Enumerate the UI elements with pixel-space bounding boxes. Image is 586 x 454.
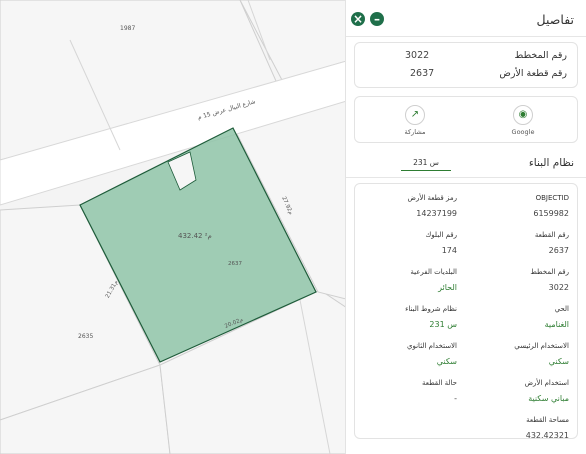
attribute-value: 2637 <box>548 246 569 255</box>
attribute-label: رقم المخطط <box>530 268 569 276</box>
google-maps-icon: ◉ <box>513 105 533 125</box>
attribute-value: - <box>454 394 457 403</box>
attribute-label: حالة القطعة <box>421 379 457 387</box>
divider <box>346 36 586 37</box>
panel-title: تفاصيل <box>536 12 574 27</box>
share-label: مشاركة <box>404 128 426 136</box>
parcel-label: رقم قطعة الأرض <box>499 68 567 79</box>
parcel-row: رقم قطعة الأرض 2637 <box>365 68 567 79</box>
attribute-label: البلديات الفرعية <box>410 268 457 276</box>
google-label: Google <box>511 128 535 136</box>
attribute-label: الاستخدام الثانوي <box>407 342 457 350</box>
attribute-label: الحي <box>554 305 569 313</box>
building-system-row: نظام البناء س 231 <box>356 151 576 173</box>
parcel-id-label: 2637 <box>228 261 242 267</box>
panel-header: تفاصيل × – <box>346 8 586 32</box>
parcel-value: 2637 <box>410 68 435 79</box>
attribute-value: الغنامية <box>544 320 569 329</box>
attribute-value: 432.42321 <box>525 431 569 440</box>
close-icon[interactable]: × <box>351 12 365 26</box>
attribute-value: 6159982 <box>533 209 569 218</box>
details-panel: تفاصيل × – رقم المخطط 3022 رقم قطعة الأر… <box>345 0 586 454</box>
neighbour-label-2635: 2635 <box>78 333 93 340</box>
actions-card: ◉ Google ↗ مشاركة <box>354 96 578 143</box>
attribute-label: مساحة القطعة <box>526 416 569 424</box>
neighbour-label-1987: 1987 <box>120 25 135 32</box>
attribute-label: الاستخدام الرئيسي <box>514 342 569 350</box>
attribute-value: س 231 <box>429 320 457 329</box>
attribute-label: نظام شروط البناء <box>405 305 457 313</box>
map-canvas[interactable]: 1987 2635 شارع البيال عرض 15 م 432.42 م²… <box>0 0 350 454</box>
summary-card: رقم المخطط 3022 رقم قطعة الأرض 2637 <box>354 42 578 88</box>
share-button[interactable]: ↗ مشاركة <box>397 105 433 136</box>
attribute-value: سكني <box>436 357 457 366</box>
attribute-value: سكني <box>548 357 569 366</box>
attribute-value: 14237199 <box>416 209 457 218</box>
building-system-select[interactable]: س 231 <box>401 156 451 171</box>
attribute-value: مباني سكنية <box>528 394 569 403</box>
building-system-label: نظام البناء <box>528 157 574 169</box>
google-button[interactable]: ◉ Google <box>505 105 541 136</box>
attribute-label: رقم القطعة <box>534 231 569 239</box>
attribute-value: الحائر <box>438 283 457 292</box>
attribute-label: استخدام الأرض <box>524 379 569 387</box>
share-icon: ↗ <box>405 105 425 125</box>
plan-value: 3022 <box>405 50 430 61</box>
attribute-value: 174 <box>441 246 457 255</box>
minus-icon[interactable]: – <box>370 12 384 26</box>
plan-row: رقم المخطط 3022 <box>365 50 567 61</box>
attribute-value: 3022 <box>548 283 569 292</box>
divider <box>346 177 586 178</box>
attributes-table: OBJECTID 6159982 رمز قطعة الأرض 14237199 رقم… <box>354 183 578 440</box>
attribute-label: OBJECTID <box>535 194 569 202</box>
attribute-label: رقم البلوك <box>425 231 457 239</box>
map-view[interactable]: 1987 2635 شارع البيال عرض 15 م 432.42 م²… <box>0 0 350 454</box>
plan-label: رقم المخطط <box>514 50 567 61</box>
parcel-area-label: 432.42 م² <box>178 232 212 240</box>
attribute-label: رمز قطعة الأرض <box>407 194 457 202</box>
